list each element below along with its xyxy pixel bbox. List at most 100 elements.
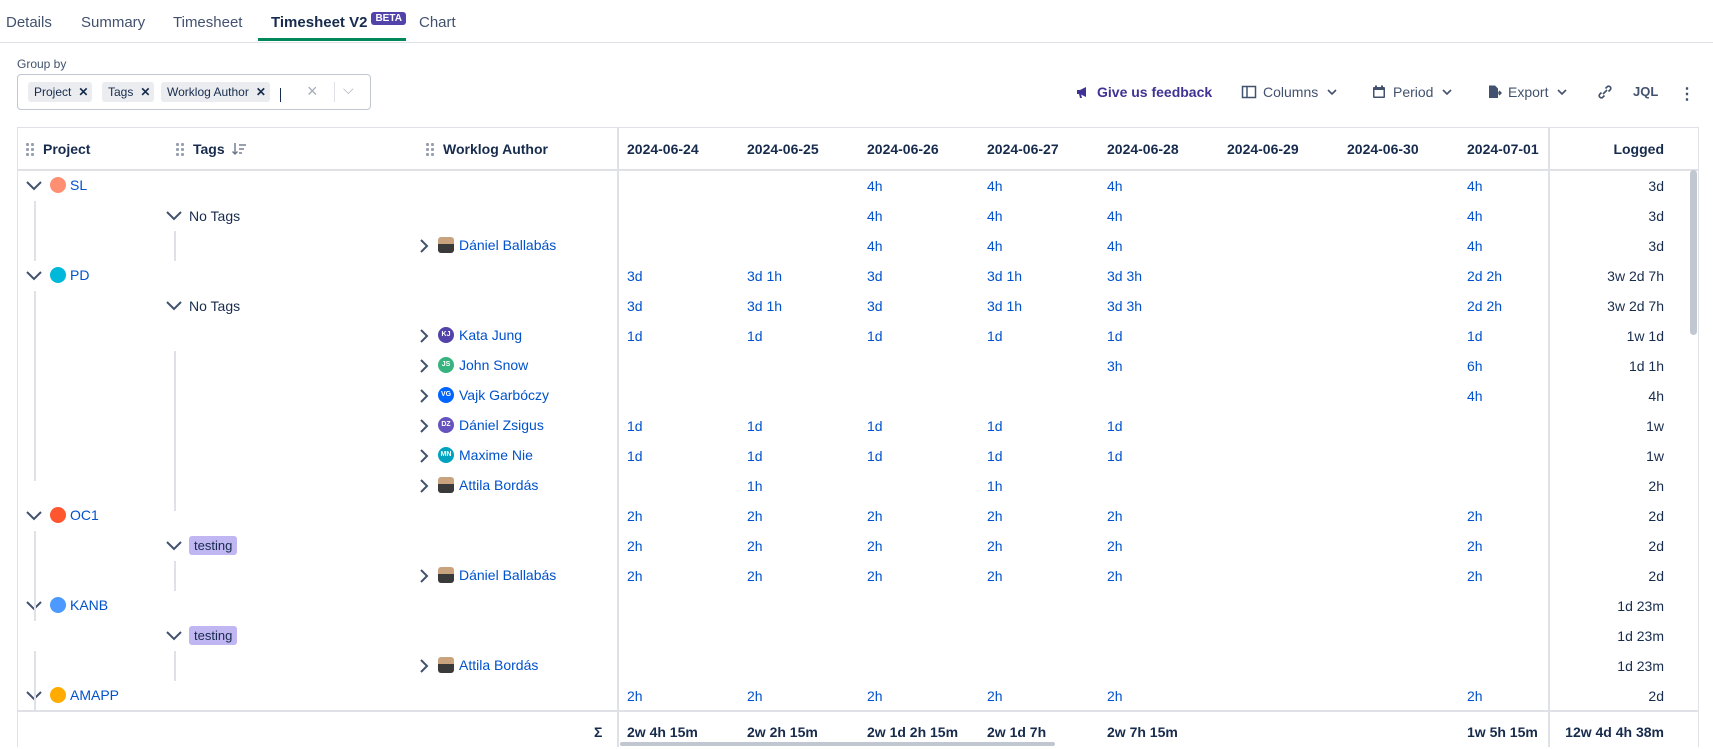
tab-chart[interactable]: Chart: [419, 14, 456, 31]
time-cell[interactable]: 4h: [987, 238, 1003, 254]
time-cell[interactable]: 2h: [1467, 688, 1483, 704]
time-cell[interactable]: 2h: [867, 688, 883, 704]
time-cell[interactable]: 2h: [627, 508, 643, 524]
time-cell[interactable]: 2h: [1107, 508, 1123, 524]
time-cell[interactable]: 1d: [1107, 448, 1123, 464]
time-cell[interactable]: 2h: [627, 568, 643, 584]
time-cell[interactable]: 4h: [987, 178, 1003, 194]
time-cell[interactable]: 1d: [867, 418, 883, 434]
time-cell[interactable]: 1d: [747, 418, 763, 434]
chevron-right-icon[interactable]: [416, 328, 432, 344]
time-cell[interactable]: 2h: [747, 688, 763, 704]
time-cell[interactable]: 2h: [627, 538, 643, 554]
time-cell[interactable]: 1d: [747, 448, 763, 464]
tab-details[interactable]: Details: [6, 14, 52, 31]
chevron-down-icon[interactable]: [166, 208, 182, 224]
time-cell[interactable]: 4h: [867, 178, 883, 194]
time-cell[interactable]: 3d: [867, 298, 883, 314]
author-link[interactable]: KJ Kata Jung: [438, 327, 522, 343]
time-cell[interactable]: 2h: [987, 568, 1003, 584]
time-cell[interactable]: 3d 1h: [987, 298, 1022, 314]
clear-all-icon[interactable]: ×: [307, 81, 318, 102]
column-header-author[interactable]: Worklog Author: [443, 141, 548, 157]
time-cell[interactable]: 2d 2h: [1467, 298, 1502, 314]
columns-button[interactable]: Columns: [1241, 84, 1344, 100]
more-options-icon[interactable]: ⋮: [1679, 84, 1695, 104]
time-cell[interactable]: 2h: [867, 568, 883, 584]
chevron-down-icon[interactable]: [166, 538, 182, 554]
period-button[interactable]: Period: [1371, 84, 1459, 100]
feedback-button[interactable]: Give us feedback: [1075, 84, 1212, 100]
export-button[interactable]: Export: [1486, 84, 1574, 100]
horizontal-scrollbar[interactable]: [620, 742, 1055, 746]
author-link[interactable]: JS John Snow: [438, 357, 528, 373]
author-link[interactable]: MN Maxime Nie: [438, 447, 533, 463]
time-cell[interactable]: 2h: [1107, 688, 1123, 704]
project-link[interactable]: PD: [50, 267, 89, 283]
time-cell[interactable]: 1d: [867, 328, 883, 344]
time-cell[interactable]: 2h: [867, 538, 883, 554]
sort-icon[interactable]: [231, 141, 247, 157]
time-cell[interactable]: 2h: [1467, 508, 1483, 524]
chevron-right-icon[interactable]: [416, 358, 432, 374]
time-cell[interactable]: 2h: [1107, 538, 1123, 554]
time-cell[interactable]: 2h: [987, 688, 1003, 704]
time-cell[interactable]: 1d: [627, 418, 643, 434]
chevron-down-icon[interactable]: [166, 628, 182, 644]
time-cell[interactable]: 3d: [867, 268, 883, 284]
project-link[interactable]: AMAPP: [50, 687, 119, 703]
time-cell[interactable]: 1h: [747, 478, 763, 494]
tab-timesheet[interactable]: Timesheet: [173, 14, 242, 31]
time-cell[interactable]: 4h: [987, 208, 1003, 224]
chevron-right-icon[interactable]: [416, 388, 432, 404]
time-cell[interactable]: 2h: [747, 538, 763, 554]
time-cell[interactable]: 3h: [1107, 358, 1123, 374]
chevron-right-icon[interactable]: [416, 478, 432, 494]
time-cell[interactable]: 2h: [1467, 568, 1483, 584]
time-cell[interactable]: 2h: [747, 508, 763, 524]
vertical-scrollbar[interactable]: [1690, 170, 1697, 335]
time-cell[interactable]: 4h: [1467, 388, 1483, 404]
time-cell[interactable]: 2h: [987, 508, 1003, 524]
tab-summary[interactable]: Summary: [81, 14, 145, 31]
time-cell[interactable]: 4h: [1467, 178, 1483, 194]
drag-handle-icon[interactable]: [176, 143, 184, 156]
time-cell[interactable]: 1h: [987, 478, 1003, 494]
time-cell[interactable]: 4h: [867, 208, 883, 224]
drag-handle-icon[interactable]: [426, 143, 434, 156]
chevron-down-icon[interactable]: [166, 298, 182, 314]
time-cell[interactable]: 3d 3h: [1107, 298, 1142, 314]
author-link[interactable]: VG Vajk Garbóczy: [438, 387, 549, 403]
time-cell[interactable]: 1d: [627, 448, 643, 464]
time-cell[interactable]: 1d: [987, 418, 1003, 434]
time-cell[interactable]: 6h: [1467, 358, 1483, 374]
time-cell[interactable]: 2h: [627, 688, 643, 704]
chevron-down-icon[interactable]: [26, 508, 42, 524]
time-cell[interactable]: 2h: [987, 538, 1003, 554]
copy-link-button[interactable]: [1596, 84, 1620, 100]
chevron-down-icon[interactable]: [26, 268, 42, 284]
chevron-down-icon[interactable]: ⌵: [343, 81, 354, 98]
time-cell[interactable]: 3d: [627, 298, 643, 314]
time-cell[interactable]: 1d: [1467, 328, 1483, 344]
chevron-right-icon[interactable]: [416, 658, 432, 674]
time-cell[interactable]: 2h: [1467, 538, 1483, 554]
jql-button[interactable]: JQL: [1633, 84, 1658, 99]
time-cell[interactable]: 3d 1h: [987, 268, 1022, 284]
author-link[interactable]: Attila Bordás: [438, 657, 538, 673]
chevron-right-icon[interactable]: [416, 238, 432, 254]
time-cell[interactable]: 4h: [1107, 238, 1123, 254]
author-link[interactable]: Attila Bordás: [438, 477, 538, 493]
time-cell[interactable]: 3d 3h: [1107, 268, 1142, 284]
remove-chip-icon[interactable]: ✕: [78, 85, 88, 99]
time-cell[interactable]: 4h: [1107, 178, 1123, 194]
column-header-tags[interactable]: Tags: [193, 141, 225, 157]
time-cell[interactable]: 1d: [1107, 328, 1123, 344]
chevron-down-icon[interactable]: [26, 178, 42, 194]
time-cell[interactable]: 2h: [1107, 568, 1123, 584]
project-link[interactable]: SL: [50, 177, 87, 193]
chevron-right-icon[interactable]: [416, 448, 432, 464]
author-link[interactable]: Dániel Ballabás: [438, 567, 556, 583]
time-cell[interactable]: 2h: [867, 508, 883, 524]
group-by-select[interactable]: Project ✕ Tags ✕ Worklog Author ✕ × ⌵: [17, 74, 371, 110]
